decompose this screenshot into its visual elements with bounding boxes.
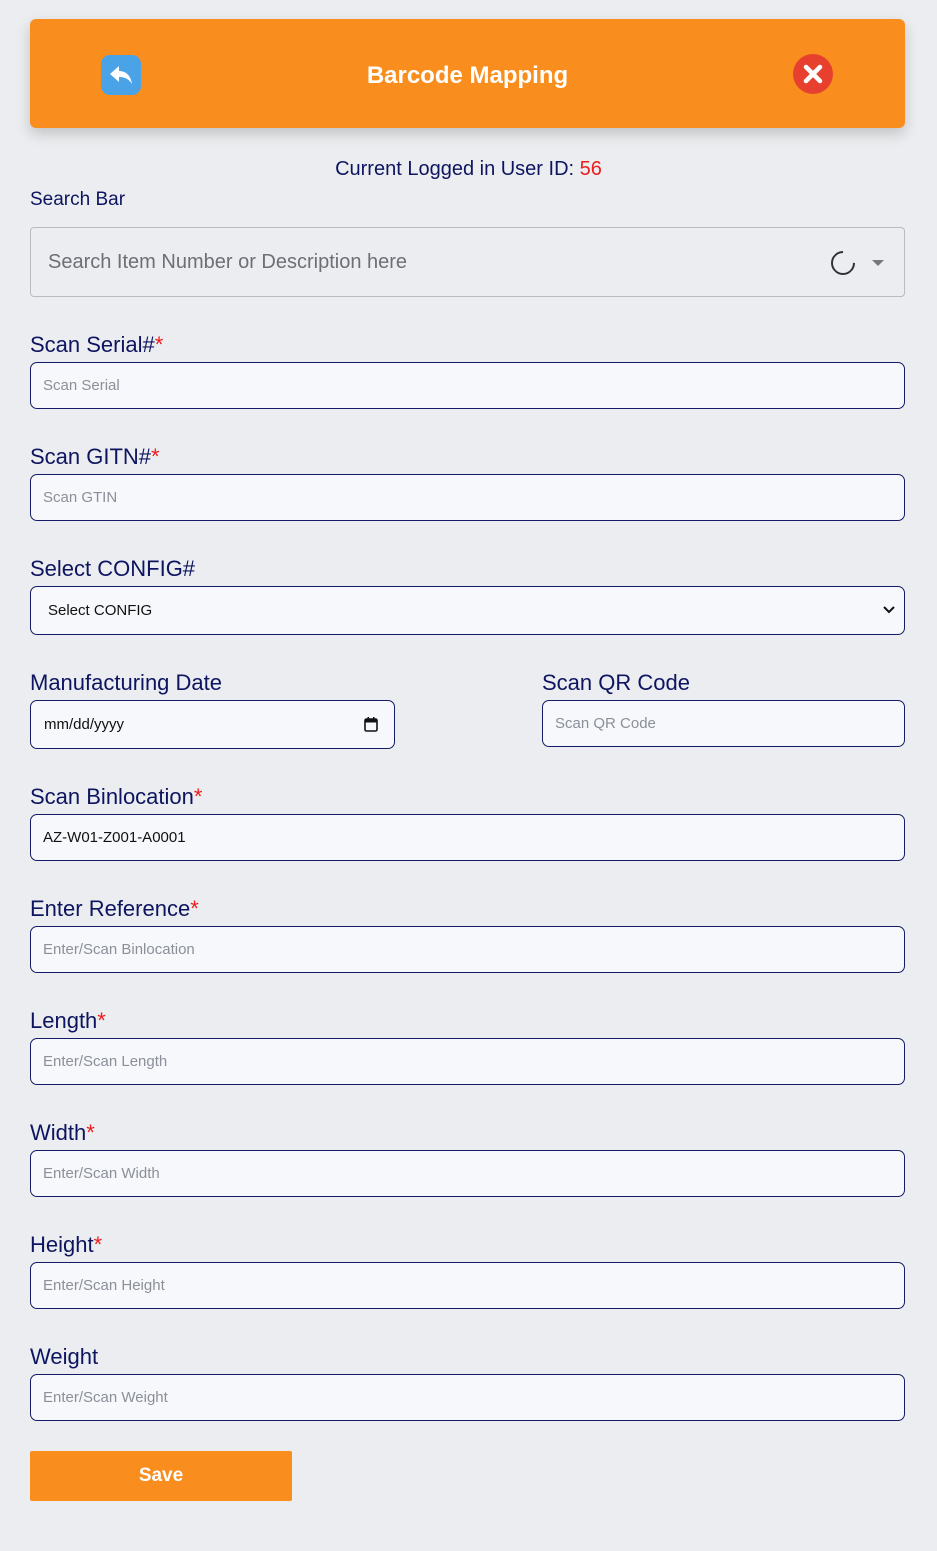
binlocation-label: Scan Binlocation* [30, 784, 203, 809]
qr-label: Scan QR Code [542, 670, 690, 695]
header-bar: Barcode Mapping [30, 19, 905, 128]
search-placeholder: Search Item Number or Description here [48, 251, 408, 273]
page-title: Barcode Mapping [366, 62, 569, 89]
qr-input[interactable] [542, 700, 905, 747]
mfg-date-input[interactable]: mm/dd/yyyy [30, 700, 395, 749]
close-button[interactable] [793, 54, 833, 94]
reference-label: Enter Reference* [30, 896, 199, 921]
height-label: Height* [30, 1232, 103, 1257]
config-select[interactable]: Select CONFIG [30, 586, 905, 635]
user-id-value: 56 [579, 158, 602, 180]
config-label: Select CONFIG# [30, 556, 196, 581]
gtin-input[interactable] [30, 474, 905, 521]
gtin-label: Scan GITN#* [30, 444, 160, 469]
length-label: Length* [30, 1008, 106, 1033]
required-mark: * [93, 1232, 103, 1257]
search-label: Search Bar [30, 189, 126, 210]
mfg-date-value: mm/dd/yyyy [44, 716, 125, 733]
search-input[interactable]: Search Item Number or Description here [30, 227, 905, 297]
required-mark: * [154, 332, 164, 357]
weight-input[interactable] [30, 1374, 905, 1421]
required-mark: * [97, 1008, 106, 1033]
binlocation-input[interactable]: AZ-W01-Z001-A0001 [30, 814, 905, 861]
width-input[interactable] [30, 1150, 905, 1197]
calendar-icon[interactable] [364, 717, 378, 732]
reference-input[interactable] [30, 926, 905, 973]
config-selected-value: Select CONFIG [48, 602, 153, 619]
dropdown-caret-icon[interactable] [872, 260, 884, 266]
required-mark: * [190, 896, 199, 921]
required-mark: * [151, 444, 160, 469]
length-input[interactable] [30, 1038, 905, 1085]
mfg-date-label: Manufacturing Date [30, 670, 222, 695]
width-label: Width* [30, 1120, 95, 1145]
binlocation-value: AZ-W01-Z001-A0001 [43, 829, 186, 846]
required-mark: * [86, 1120, 95, 1145]
loading-spinner-icon [826, 246, 860, 280]
required-mark: * [193, 784, 203, 809]
user-id-label: Current Logged in User ID: [335, 158, 575, 180]
chevron-down-icon [883, 606, 895, 614]
serial-label: Scan Serial#* [30, 332, 164, 357]
logged-in-user: Current Logged in User ID: 56 [0, 158, 937, 181]
save-button[interactable]: Save [30, 1451, 292, 1501]
weight-label: Weight [30, 1344, 99, 1369]
height-input[interactable] [30, 1262, 905, 1309]
serial-input[interactable] [30, 362, 905, 409]
close-x-icon [803, 64, 823, 84]
